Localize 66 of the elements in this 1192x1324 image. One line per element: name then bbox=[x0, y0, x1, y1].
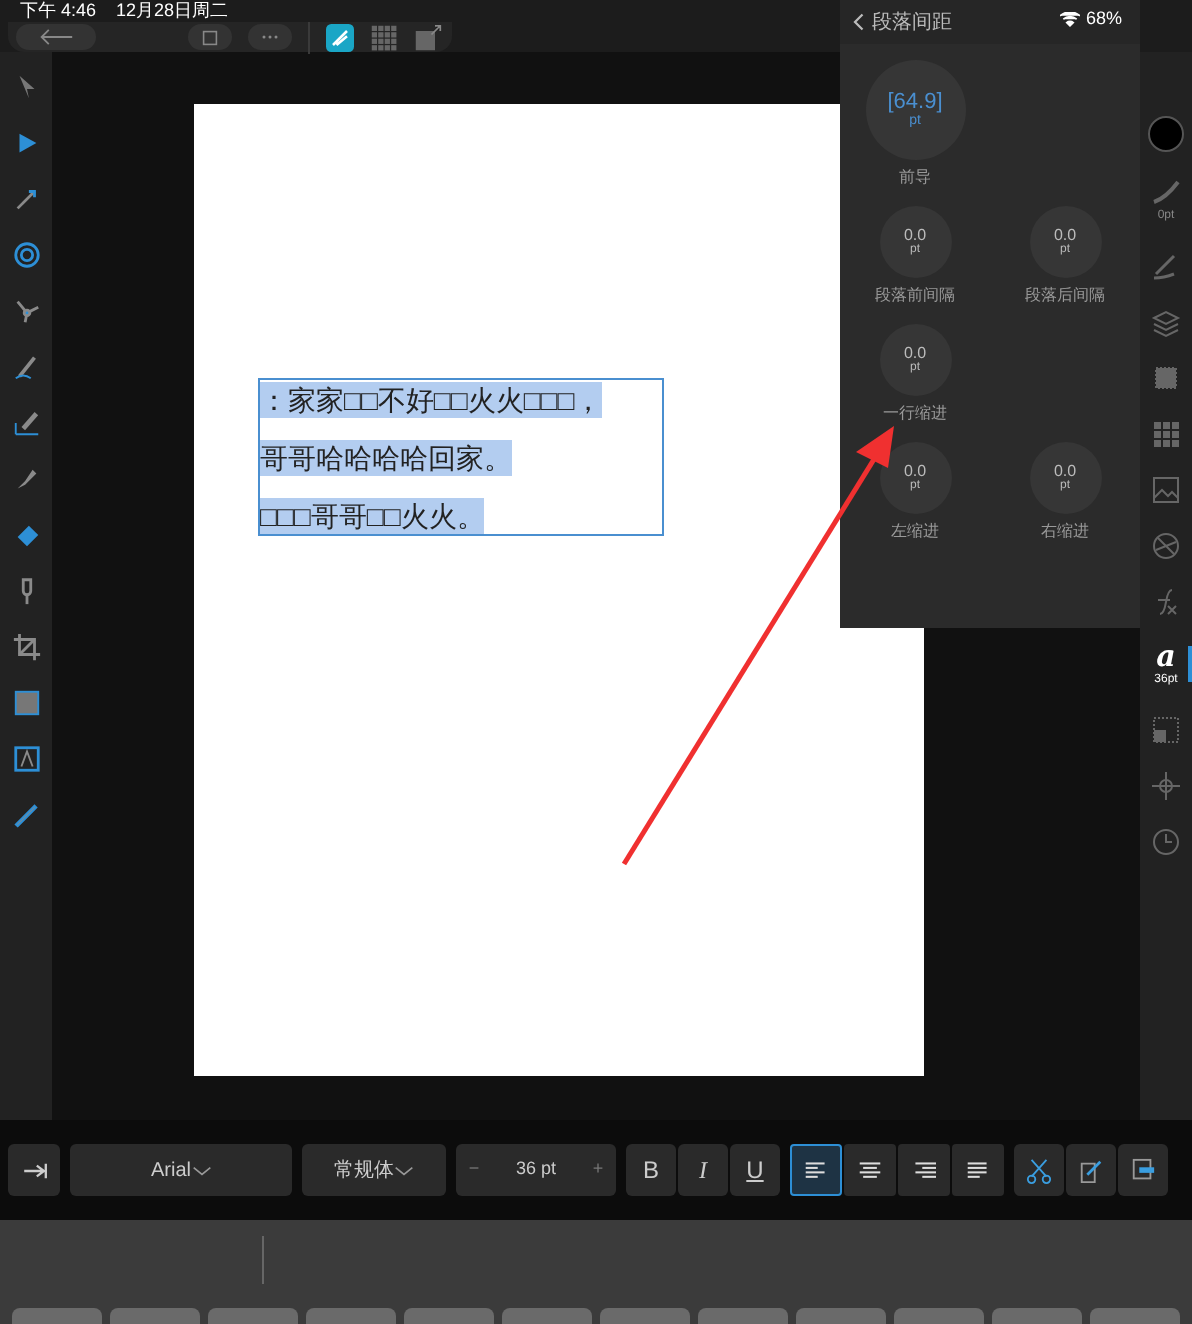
tab-stop-button[interactable] bbox=[8, 1144, 60, 1196]
copy-button[interactable] bbox=[1066, 1144, 1116, 1196]
decrease-button[interactable]: − bbox=[456, 1156, 492, 1184]
brush-icon[interactable] bbox=[11, 408, 41, 438]
layers-icon[interactable] bbox=[1150, 306, 1182, 338]
increase-button[interactable]: + bbox=[580, 1156, 616, 1184]
align-justify-button[interactable] bbox=[952, 1144, 1004, 1196]
back-arrow-icon bbox=[38, 28, 74, 46]
export-persona-icon[interactable] bbox=[414, 23, 442, 51]
selection-square-icon[interactable] bbox=[1150, 362, 1182, 394]
text-cursor bbox=[262, 1236, 264, 1284]
target-icon[interactable] bbox=[11, 240, 41, 270]
pencil-icon[interactable] bbox=[11, 352, 41, 382]
stroke-icon[interactable] bbox=[1150, 176, 1182, 208]
align-icon bbox=[858, 1161, 882, 1179]
align-icon bbox=[912, 1161, 936, 1179]
paste-button[interactable] bbox=[1118, 1144, 1168, 1196]
rectangle-icon[interactable] bbox=[11, 688, 41, 718]
transform-icon[interactable] bbox=[1150, 714, 1182, 746]
tab-stop-icon bbox=[21, 1161, 47, 1179]
document-pen-icon bbox=[1078, 1157, 1104, 1183]
align-center-button[interactable] bbox=[844, 1144, 896, 1196]
align-left-button[interactable] bbox=[790, 1144, 842, 1196]
font-size-value: 36 pt bbox=[513, 1156, 559, 1183]
align-icon bbox=[966, 1161, 990, 1179]
align-icon bbox=[804, 1161, 828, 1179]
spacing-label: 段落后间隔 bbox=[1025, 288, 1105, 304]
panel-title: 段落间距 bbox=[872, 9, 952, 37]
document-icon bbox=[202, 29, 218, 45]
spacing-label: 前导 bbox=[899, 170, 931, 186]
designer-persona-icon[interactable] bbox=[326, 23, 354, 51]
image-icon[interactable] bbox=[1150, 474, 1182, 506]
crop-icon[interactable] bbox=[11, 632, 41, 662]
text-frame-icon[interactable] bbox=[11, 744, 41, 774]
text-style-icon[interactable]: a bbox=[1156, 642, 1176, 672]
cut-button[interactable] bbox=[1014, 1144, 1064, 1196]
color-picker-icon[interactable] bbox=[11, 800, 41, 830]
caret-icon bbox=[191, 1165, 211, 1175]
grid-icon[interactable] bbox=[1150, 418, 1182, 450]
font-style-dropdown[interactable]: 常规体 bbox=[302, 1144, 446, 1196]
bold-button[interactable]: B bbox=[626, 1144, 676, 1196]
italic-button[interactable]: I bbox=[678, 1144, 728, 1196]
spacing-label: 右缩进 bbox=[1041, 524, 1089, 540]
node-tool-icon[interactable] bbox=[11, 296, 41, 326]
wifi-icon bbox=[1060, 11, 1080, 28]
back-button[interactable] bbox=[16, 24, 96, 50]
more-button[interactable] bbox=[248, 24, 292, 50]
back-chevron-icon[interactable] bbox=[852, 12, 864, 32]
spacing-label: 段落前间隔 bbox=[875, 288, 955, 304]
pixel-persona-icon[interactable] bbox=[370, 23, 398, 51]
battery-level: 68% bbox=[1086, 6, 1123, 32]
pen-corner-icon[interactable] bbox=[11, 184, 41, 214]
document-button[interactable] bbox=[188, 24, 232, 50]
status-date: 12月28日周二 bbox=[116, 0, 229, 22]
align-right-button[interactable] bbox=[898, 1144, 950, 1196]
clipboard-icon bbox=[1130, 1157, 1156, 1183]
spacing-label: 一行缩进 bbox=[883, 406, 947, 422]
navigator-icon[interactable] bbox=[1150, 770, 1182, 802]
history-icon[interactable] bbox=[1150, 826, 1182, 858]
underline-button[interactable]: U bbox=[730, 1144, 780, 1196]
fill-color-swatch[interactable] bbox=[1148, 116, 1184, 152]
status-time: 下午 4:46 bbox=[20, 0, 97, 22]
scissors-icon bbox=[1026, 1157, 1052, 1183]
font-dropdown[interactable]: Arial bbox=[70, 1144, 292, 1196]
spacing-label: 左缩进 bbox=[891, 524, 939, 540]
caret-icon bbox=[394, 1165, 414, 1175]
